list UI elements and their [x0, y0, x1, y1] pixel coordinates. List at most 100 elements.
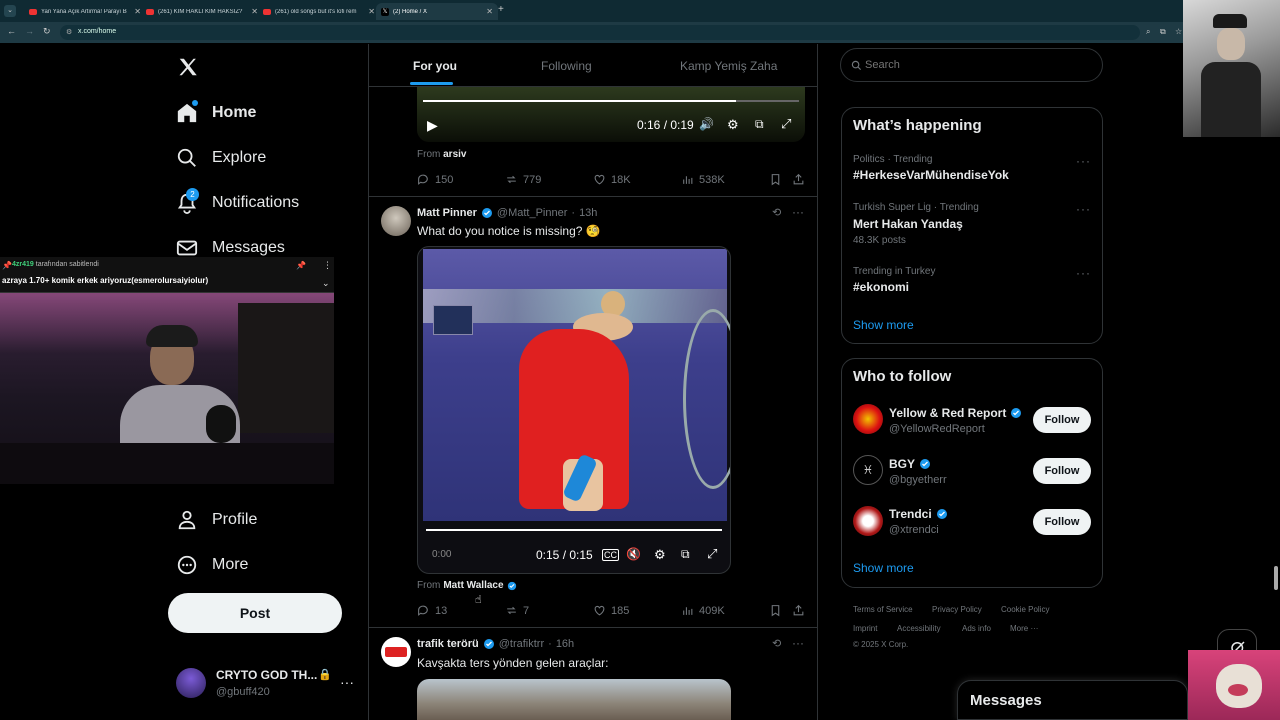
suggested-account-name[interactable]: Yellow & Red Report	[889, 406, 1022, 420]
post-more-icon[interactable]: ···	[792, 205, 804, 219]
chevron-down-icon[interactable]: ⌄	[322, 278, 330, 289]
new-tab-button[interactable]: +	[498, 4, 504, 15]
nav-home[interactable]: Home	[176, 100, 256, 125]
views-button[interactable]: 538K	[681, 173, 725, 186]
reply-button[interactable]: 13	[417, 604, 447, 617]
messages-drawer[interactable]: Messages	[957, 680, 1188, 720]
pip-icon[interactable]: ⧉	[755, 117, 764, 132]
video-progress-track[interactable]	[426, 529, 722, 531]
reload-icon[interactable]: ↻	[43, 26, 51, 37]
nav-explore[interactable]: Explore	[176, 146, 266, 170]
follow-button[interactable]: Follow	[1033, 509, 1091, 535]
browser-tab-2[interactable]: (261) KİM HAKLI KİM HAKSIZ? ✕	[141, 3, 263, 20]
follow-button[interactable]: Follow	[1033, 458, 1091, 484]
unpin-icon[interactable]: 📌	[296, 261, 306, 270]
avatar[interactable]	[381, 637, 411, 667]
repost-button[interactable]: 7	[505, 604, 529, 617]
like-button[interactable]: 18K	[593, 173, 631, 186]
grok-icon[interactable]: ⟲	[772, 206, 781, 219]
address-bar[interactable]: ⚙ x.com/home	[60, 25, 1140, 40]
author-name[interactable]: Matt Pinner	[417, 207, 477, 219]
trend-more-icon[interactable]: ···	[1076, 202, 1091, 216]
site-info-icon[interactable]: ⚙	[66, 28, 72, 36]
fullscreen-icon[interactable]: ⤢	[707, 546, 717, 562]
footer-privacy-link[interactable]: Privacy Policy	[932, 605, 982, 614]
post-button[interactable]: Post	[168, 593, 342, 633]
views-button[interactable]: 409K	[681, 604, 725, 617]
fullscreen-icon[interactable]: ⤢	[781, 116, 791, 132]
post-time[interactable]: 16h	[556, 638, 574, 650]
trend-name[interactable]: Mert Hakan Yandaş	[853, 217, 963, 231]
footer-imprint-link[interactable]: Imprint	[853, 624, 877, 633]
x-logo-icon[interactable]	[177, 56, 199, 78]
trend-more-icon[interactable]: ···	[1076, 266, 1091, 280]
bookmark-button[interactable]	[769, 173, 782, 186]
account-more-icon[interactable]: ···	[340, 674, 354, 690]
tab-list-chevron-icon[interactable]: ⌄	[4, 5, 16, 17]
tab-for-you[interactable]: For you	[413, 59, 457, 73]
close-tab-icon[interactable]: ✕	[251, 7, 258, 16]
video-progress-track[interactable]	[423, 100, 799, 102]
nav-profile[interactable]: Profile	[176, 508, 257, 532]
grok-icon[interactable]: ⟲	[772, 637, 781, 650]
share-button[interactable]	[792, 173, 805, 186]
share-button[interactable]	[792, 604, 805, 617]
browser-tab-4[interactable]: 𝕏 (2) Home / X ✕	[376, 3, 498, 20]
author-handle[interactable]: @trafiktrr	[499, 638, 544, 650]
who-show-more-link[interactable]: Show more	[853, 561, 914, 575]
footer-terms-link[interactable]: Terms of Service	[853, 605, 913, 614]
close-tab-icon[interactable]: ✕	[486, 7, 493, 16]
trend-more-icon[interactable]: ···	[1076, 154, 1091, 168]
settings-icon[interactable]: ⚙	[727, 117, 739, 133]
volume-icon[interactable]: 🔊	[699, 117, 714, 131]
top-video-player[interactable]: ▶ 0:16 / 0:19 🔊 ⚙ ⧉ ⤢	[417, 87, 805, 142]
browser-tab-3[interactable]: (261) old songs but it's lofi rem ✕	[258, 3, 380, 20]
like-button[interactable]: 185	[593, 604, 629, 617]
repost-button[interactable]: 779	[505, 173, 541, 186]
footer-accessibility-link[interactable]: Accessibility	[897, 624, 941, 633]
follow-button[interactable]: Follow	[1033, 407, 1091, 433]
nav-more[interactable]: More	[176, 553, 248, 577]
footer-cookie-link[interactable]: Cookie Policy	[1001, 605, 1049, 614]
post-more-icon[interactable]: ···	[792, 636, 804, 650]
post-video-player[interactable]: 0:00 0:15 / 0:15 CC 🔇 ⚙ ⧉ ⤢	[417, 246, 731, 574]
bookmark-button[interactable]	[769, 604, 782, 617]
mute-icon[interactable]: 🔇	[626, 547, 641, 561]
footer-more-link[interactable]: More ···	[1010, 624, 1038, 633]
trend-name[interactable]: #HerkeseVarMühendiseYok	[853, 168, 1009, 182]
author-handle[interactable]: @Matt_Pinner	[497, 207, 567, 219]
scrollbar-thumb[interactable]	[1274, 566, 1278, 590]
post-time[interactable]: 13h	[579, 207, 597, 219]
share-page-icon[interactable]: ⧉	[1160, 27, 1166, 37]
avatar[interactable]	[381, 206, 411, 236]
captions-icon[interactable]: CC	[602, 549, 619, 561]
close-tab-icon[interactable]: ✕	[368, 7, 375, 16]
trends-show-more-link[interactable]: Show more	[853, 318, 914, 332]
source-name[interactable]: Matt Wallace	[443, 580, 503, 591]
avatar[interactable]	[853, 506, 883, 536]
back-icon[interactable]: ←	[7, 26, 16, 36]
nav-notifications[interactable]: 2 Notifications	[176, 188, 299, 215]
source-name[interactable]: arsiv	[443, 149, 466, 160]
close-tab-icon[interactable]: ✕	[134, 7, 141, 16]
play-icon[interactable]: ▶	[427, 117, 438, 134]
search-box[interactable]	[840, 48, 1103, 82]
reply-button[interactable]: 150	[417, 173, 453, 186]
browser-tab-1[interactable]: Yan Yana Açık Artırma! Parayı B ✕	[24, 3, 146, 20]
suggested-account-name[interactable]: BGY	[889, 457, 931, 471]
more-vertical-icon[interactable]: ⋮	[323, 260, 332, 271]
pip-icon[interactable]: ⧉	[681, 547, 690, 562]
avatar[interactable]: ♓	[853, 455, 883, 485]
author-name[interactable]: trafik terörü	[417, 638, 479, 650]
bookmark-star-icon[interactable]: ☆	[1175, 27, 1182, 36]
trend-name[interactable]: #ekonomi	[853, 280, 909, 294]
tab-following[interactable]: Following	[541, 59, 592, 73]
footer-ads-info-link[interactable]: Ads info	[962, 624, 991, 633]
post-media[interactable]	[417, 679, 731, 720]
tab-kamp-yemis-zaha[interactable]: Kamp Yemiş Zaha	[680, 59, 777, 73]
zoom-icon[interactable]: ⌕	[1146, 27, 1150, 37]
search-input[interactable]	[865, 57, 1085, 73]
settings-icon[interactable]: ⚙	[654, 547, 666, 563]
avatar[interactable]	[853, 404, 883, 434]
suggested-account-name[interactable]: Trendci	[889, 507, 948, 521]
